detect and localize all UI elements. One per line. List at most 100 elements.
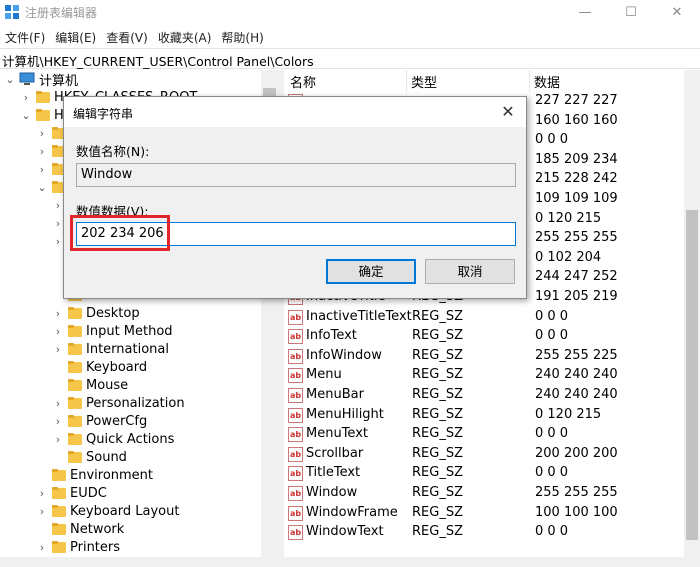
regedit-icon (5, 5, 19, 19)
column-header-type[interactable]: 类型 (411, 72, 437, 91)
maximize-button[interactable]: ☐ (608, 0, 654, 25)
value-type: REG_SZ (412, 308, 463, 324)
string-value-icon: ab (288, 486, 303, 501)
folder-icon (51, 523, 67, 535)
tree-item[interactable]: Keyboard (52, 358, 147, 376)
menu-view[interactable]: 查看(V) (101, 29, 153, 46)
value-data: 244 247 252 (535, 269, 618, 285)
tree-item[interactable]: › Keyboard Layout (36, 502, 180, 520)
column-header-data[interactable]: 数据 (534, 72, 560, 91)
menu-file[interactable]: 文件(F) (0, 29, 50, 46)
tree-item[interactable]: Environment (36, 466, 153, 484)
tree-item[interactable]: › EUDC (36, 484, 107, 502)
tree-item[interactable]: Network (36, 520, 124, 538)
menu-edit[interactable]: 编辑(E) (50, 29, 101, 46)
chevron-right-icon[interactable]: › (36, 487, 48, 500)
value-type: REG_SZ (412, 347, 463, 363)
address-bar[interactable]: 计算机\HKEY_CURRENT_USER\Control Panel\Colo… (0, 48, 700, 69)
list-header: 名称 类型 数据 (284, 70, 684, 92)
chevron-right-icon[interactable]: › (52, 307, 64, 320)
chevron-right-icon[interactable]: › (20, 91, 32, 104)
chevron-right-icon[interactable]: › (52, 397, 64, 410)
tree-root[interactable]: ⌄ 计算机 (4, 70, 78, 89)
chevron-right-icon[interactable]: › (36, 505, 48, 518)
value-row[interactable]: ab InfoText REG_SZ 0 0 0 (284, 327, 684, 347)
string-value-icon: ab (288, 309, 303, 325)
tree-item[interactable]: › Input Method (52, 322, 173, 340)
close-button[interactable]: ✕ (654, 0, 700, 25)
tree-item[interactable]: ⌄ H (20, 106, 63, 124)
value-row[interactable]: ab Menu REG_SZ 240 240 240 (284, 366, 684, 386)
horizontal-scrollbar[interactable] (0, 557, 700, 567)
cancel-button[interactable]: 取消 (425, 259, 515, 284)
folder-icon (67, 379, 83, 391)
tree-item-label: PowerCfg (86, 413, 148, 429)
tree-item[interactable]: › Quick Actions (52, 430, 175, 448)
folder-icon (67, 415, 83, 427)
value-name: WindowFrame (306, 504, 398, 520)
value-type: REG_SZ (412, 465, 463, 481)
value-type: REG_SZ (412, 485, 463, 500)
chevron-right-icon[interactable]: › (52, 343, 64, 356)
list-scroll-thumb[interactable] (686, 210, 698, 540)
chevron-right-icon[interactable]: › (52, 433, 64, 446)
chevron-down-icon[interactable]: ⌄ (36, 181, 48, 194)
value-row[interactable]: ab MenuHilight REG_SZ 0 120 215 (284, 406, 684, 426)
tree-item[interactable]: › Desktop (52, 304, 140, 322)
value-data: 0 0 0 (535, 524, 569, 540)
value-row[interactable]: ab TitleText REG_SZ 0 0 0 (284, 464, 684, 484)
tree-item-label: Printers (70, 539, 121, 555)
value-data: 255 255 255 (535, 485, 618, 500)
tree-item[interactable]: › PowerCfg (52, 412, 147, 430)
tree-item[interactable]: Sound (52, 448, 127, 466)
chevron-right-icon[interactable]: › (52, 415, 64, 428)
folder-icon (67, 451, 83, 463)
folder-icon (67, 433, 83, 445)
value-row[interactable]: ab InactiveTitleText REG_SZ 0 0 0 (284, 308, 684, 328)
chevron-right-icon[interactable]: › (36, 163, 48, 176)
value-data: 240 240 240 (535, 387, 618, 402)
chevron-right-icon[interactable]: › (36, 127, 48, 140)
value-type: REG_SZ (412, 504, 463, 520)
folder-icon (67, 397, 83, 409)
value-name: InfoWindow (306, 347, 382, 363)
chevron-right-icon[interactable]: › (36, 541, 48, 554)
tree-item-label: Personalization (86, 395, 185, 411)
value-name: WindowText (306, 524, 384, 540)
value-row[interactable]: ab WindowText REG_SZ 0 0 0 (284, 523, 684, 543)
value-type: REG_SZ (412, 367, 463, 383)
chevron-down-icon[interactable]: ⌄ (4, 73, 16, 86)
ok-button[interactable]: 确定 (326, 259, 416, 284)
value-row[interactable]: ab MenuText REG_SZ 0 0 0 (284, 425, 684, 445)
dialog-title: 编辑字符串 (73, 107, 134, 121)
folder-icon (67, 307, 83, 319)
value-type: REG_SZ (412, 426, 463, 442)
tree-item[interactable]: Mouse (52, 376, 128, 394)
menu-favorites[interactable]: 收藏夹(A) (153, 29, 217, 46)
tree-item[interactable]: › Printers (36, 538, 120, 556)
tree-item[interactable]: › Personalization (52, 394, 185, 412)
title-bar: 注册表编辑器 — ☐ ✕ (0, 0, 700, 25)
edit-string-dialog: 编辑字符串 ✕ 数值名称(N): Window 数值数据(V): 202 234… (63, 96, 527, 299)
tree-item-label: Keyboard (86, 359, 148, 375)
folder-icon (51, 487, 67, 499)
chevron-down-icon[interactable]: ⌄ (20, 109, 32, 122)
menu-help[interactable]: 帮助(H) (216, 29, 268, 46)
value-row[interactable]: ab Window REG_SZ 255 255 255 (284, 484, 684, 504)
chevron-right-icon[interactable]: › (52, 325, 64, 338)
tree-item[interactable]: › International (52, 340, 169, 358)
value-row[interactable]: ab WindowFrame REG_SZ 100 100 100 (284, 504, 684, 524)
column-header-name[interactable]: 名称 (290, 72, 316, 91)
value-type: REG_SZ (412, 328, 463, 344)
tree-item-label: Sound (86, 449, 127, 465)
computer-icon (19, 72, 35, 85)
value-row[interactable]: ab Scrollbar REG_SZ 200 200 200 (284, 445, 684, 465)
value-row[interactable]: ab MenuBar REG_SZ 240 240 240 (284, 386, 684, 406)
minimize-button[interactable]: — (562, 0, 608, 25)
chevron-right-icon[interactable]: › (36, 145, 48, 158)
dialog-close-icon[interactable]: ✕ (494, 99, 522, 125)
tree-item-label: Mouse (86, 377, 129, 393)
value-row[interactable]: ab InfoWindow REG_SZ 255 255 225 (284, 347, 684, 367)
value-data: 0 0 0 (535, 132, 569, 148)
value-name: MenuBar (306, 387, 364, 402)
